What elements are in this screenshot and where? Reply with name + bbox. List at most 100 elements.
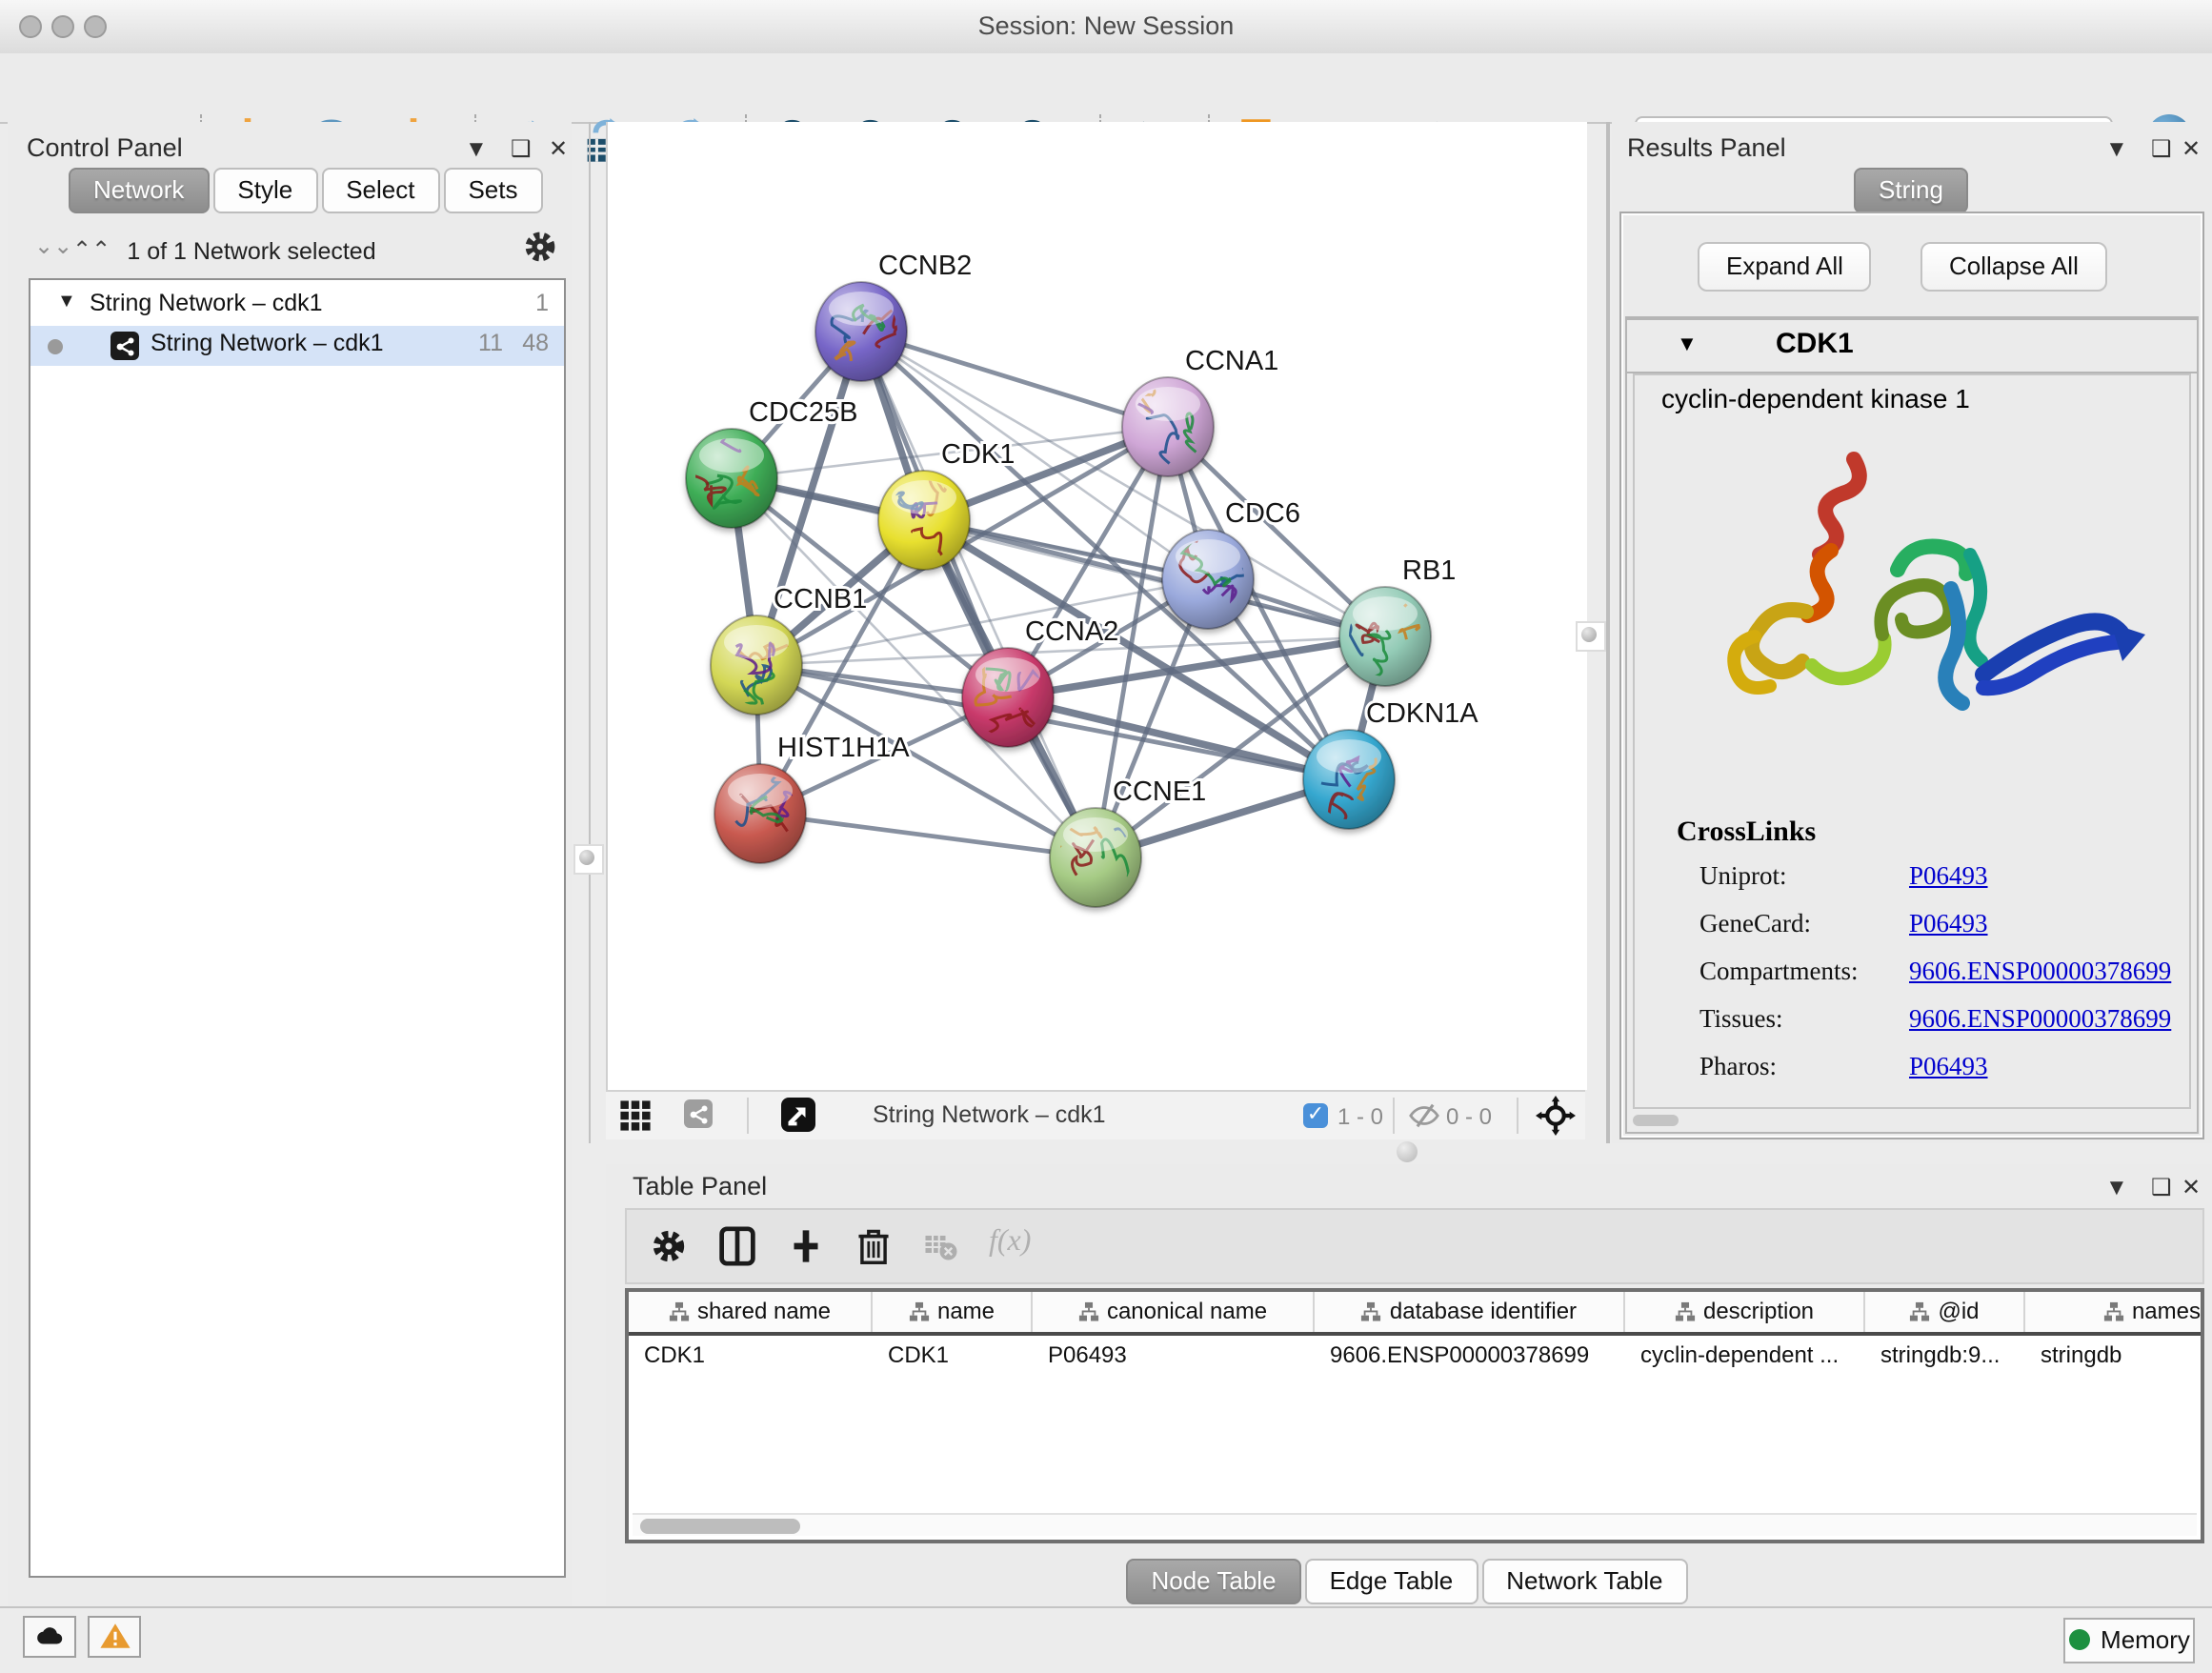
control-panel-float-icon[interactable]: ▼ [465,135,488,162]
string-results-box: Expand All Collapse All ▼ CDK1 cyclin-de… [1619,212,2204,1139]
crosslink-label: Tissues: [1699,1004,1783,1033]
warning-button[interactable] [88,1616,141,1658]
crosslink-link[interactable]: P06493 [1909,1052,1988,1082]
network-row-selected[interactable]: String Network – cdk1 11 48 [30,326,564,366]
column-header-database-identifier[interactable]: database identifier [1315,1292,1625,1332]
control-tab-style[interactable]: Style [212,168,317,213]
delete-column-trash-icon[interactable] [855,1225,892,1267]
control-tab-network[interactable]: Network [69,168,209,213]
network-node-CCNB2[interactable]: CCNB2 [815,251,972,381]
table-tab-edge-table[interactable]: Edge Table [1305,1559,1478,1604]
crosslink-link[interactable]: 9606.ENSP00000378699 [1909,1004,2171,1035]
column-header-canonical-name[interactable]: canonical name [1033,1292,1315,1332]
selected-nodes-checkbox[interactable]: ✓ [1303,1103,1328,1128]
control-tab-sets[interactable]: Sets [443,168,542,213]
results-panel: Results Panel ▼ ❑ ✕ String Expand All Co… [1612,122,2212,1143]
network-node-RB1[interactable]: RB1 [1336,555,1456,686]
results-panel-float-icon[interactable]: ▼ [2105,135,2128,162]
network-node-CCNA1[interactable]: CCNA1 [1100,346,1278,476]
collapse-all-button[interactable]: Collapse All [1920,242,2107,292]
hidden-eye-icon[interactable] [1408,1101,1440,1130]
table-cell[interactable]: 9606.ENSP00000378699 [1315,1341,1625,1376]
network-node-CDC25B[interactable]: CDC25B [675,397,858,528]
table-rows: CDK1CDK1P064939606.ENSP00000378699cyclin… [629,1336,2201,1376]
results-hscrollbar-thumb[interactable] [1633,1115,1679,1126]
network-options-gear-icon[interactable] [522,229,558,265]
divider [1393,1098,1395,1134]
column-header-name[interactable]: name [873,1292,1033,1332]
right-splitter-grip[interactable] [1576,621,1606,652]
hidden-count-badge: 0 - 0 [1446,1103,1492,1130]
table-panel-float-icon[interactable]: ▼ [2105,1174,2128,1200]
column-header-description[interactable]: description [1625,1292,1865,1332]
table-panel-title: Table Panel [633,1172,767,1200]
table-gear-icon[interactable] [650,1227,688,1265]
network-canvas[interactable]: CCNB2CCNA1CDC25BCDK1CDC6RB1CCNB1CCNA2CDK… [606,122,1587,1090]
results-panel-close-icon[interactable]: ✕ [2182,135,2201,162]
string-app-icon [111,332,139,360]
entry-gene-name: CDK1 [1776,328,1854,360]
table-tab-network-table[interactable]: Network Table [1481,1559,1687,1604]
column-header-shared-name[interactable]: shared name [629,1292,873,1332]
network-grid-icon[interactable] [619,1099,652,1132]
table-cell[interactable]: stringdb:9... [1865,1341,2025,1376]
open-in-new-window-button[interactable] [781,1098,815,1132]
delete-table-icon [924,1233,958,1261]
horizontal-splitter-grip[interactable] [1397,1141,1418,1162]
divider [1517,1098,1518,1134]
table-cell[interactable]: CDK1 [873,1341,1033,1376]
control-panel-close-icon[interactable]: ✕ [549,135,568,162]
table-hscrollbar[interactable] [633,1513,2197,1536]
column-type-icon [1909,1301,1930,1322]
node-label-RB1: RB1 [1402,555,1456,586]
fit-selected-crosshair-icon[interactable] [1536,1096,1576,1136]
table-hscrollbar-thumb[interactable] [640,1519,800,1534]
network-edge[interactable] [861,332,1096,857]
network-label: String Network – cdk1 [151,330,384,356]
table-cell[interactable]: stringdb [2025,1341,2204,1376]
left-splitter-grip[interactable] [573,844,604,875]
network-share-icon[interactable] [684,1099,713,1128]
network-node-CDKN1A[interactable]: CDKN1A [1303,698,1478,829]
table-header-row[interactable]: shared namenamecanonical namedatabase id… [629,1292,2201,1336]
table-panel-maximize-icon[interactable]: ❑ [2151,1174,2172,1200]
memory-button[interactable]: Memory [2063,1618,2195,1663]
cloud-button[interactable] [23,1616,76,1658]
table-cell[interactable]: cyclin-dependent ... [1625,1341,1865,1376]
network-view-toolbar: String Network – cdk1 ✓ 1 - 0 0 - 0 [606,1090,1585,1139]
node-table[interactable]: shared namenamecanonical namedatabase id… [625,1288,2204,1543]
expand-all-button[interactable]: Expand All [1698,242,1872,292]
create-column-plus-icon[interactable] [787,1225,825,1267]
entry-expander-icon[interactable]: ▼ [1677,333,1698,356]
show-columns-icon[interactable] [718,1225,756,1267]
results-panel-maximize-icon[interactable]: ❑ [2151,135,2172,162]
collection-expander-icon[interactable]: ▼ [57,292,76,312]
network-node-CCNE1[interactable]: CCNE1 [1050,776,1206,907]
network-edge[interactable] [861,332,1168,427]
network-collection-row[interactable]: ▼ String Network – cdk1 1 [30,286,564,326]
column-header-namespace[interactable]: namespace [2025,1292,2204,1332]
network-edge[interactable] [760,814,1096,857]
table-tab-node-table[interactable]: Node Table [1126,1559,1300,1604]
table-panel-close-icon[interactable]: ✕ [2182,1174,2201,1200]
control-panel-maximize-icon[interactable]: ❑ [511,135,532,162]
node-label-HIST1H1A: HIST1H1A [777,733,910,763]
network-node-count: 11 [478,330,503,356]
table-panel: Table Panel ▼ ❑ ✕ f(x) shared namenameca… [606,1164,2212,1606]
control-tab-select[interactable]: Select [321,168,439,213]
column-header-@id[interactable]: @id [1865,1292,2025,1332]
node-label-CCNB1: CCNB1 [774,584,867,615]
crosslink-label: Compartments: [1699,957,1859,985]
crosslink-link[interactable]: P06493 [1909,861,1988,892]
network-node-HIST1H1A[interactable]: HIST1H1A [714,733,910,863]
crosslink-link[interactable]: 9606.ENSP00000378699 [1909,957,2171,987]
crosslink-link[interactable]: P06493 [1909,909,1988,939]
left-splitter[interactable] [589,122,591,1143]
table-cell[interactable]: P06493 [1033,1341,1315,1376]
right-splitter[interactable] [1606,122,1610,1143]
node-label-CDC6: CDC6 [1225,498,1300,529]
table-row[interactable]: CDK1CDK1P064939606.ENSP00000378699cyclin… [629,1336,2201,1376]
table-cell[interactable]: CDK1 [629,1341,873,1376]
results-tab-string[interactable]: String [1854,168,1968,213]
network-graph[interactable]: CCNB2CCNA1CDC25BCDK1CDC6RB1CCNB1CCNA2CDK… [608,122,1587,1090]
